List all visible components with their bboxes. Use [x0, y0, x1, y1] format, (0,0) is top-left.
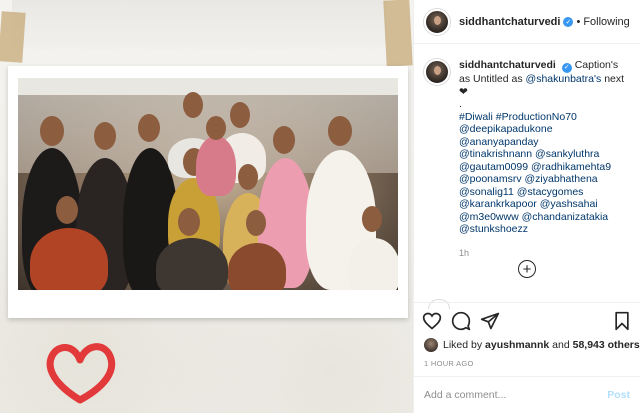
- likes-others-count[interactable]: 58,943 others: [573, 339, 640, 351]
- caption-row: siddhantchaturvedi ✓ Caption's as Untitl…: [424, 59, 630, 236]
- comment-input[interactable]: [424, 389, 608, 401]
- polaroid-frame: [8, 66, 408, 318]
- liker-avatar[interactable]: [424, 338, 438, 352]
- liked-by-user[interactable]: ayushmannk: [485, 339, 549, 351]
- header-separator: •: [576, 15, 581, 28]
- caption-author[interactable]: siddhantchaturvedi: [459, 59, 556, 71]
- paper-plane-icon[interactable]: [480, 311, 500, 331]
- liked-by-prefix: Liked by: [443, 339, 483, 351]
- tape-strip-right: [383, 0, 413, 67]
- bookmark-icon[interactable]: [612, 311, 632, 331]
- post-header: siddhantchaturvedi ✓ • Following: [414, 0, 640, 44]
- tag-line[interactable]: @karankrkapoor @yashsahai: [459, 198, 630, 211]
- comment-box: Post: [414, 376, 640, 413]
- heart-doodle-icon: [46, 343, 115, 404]
- caption-mention-link[interactable]: @shakunbatra's: [526, 73, 602, 85]
- caption-text-post: next: [604, 73, 625, 86]
- tag-line[interactable]: @gautam0099 @radhikamehta9: [459, 161, 630, 174]
- following-button[interactable]: Following: [583, 16, 629, 28]
- caption-separator: .: [459, 98, 462, 111]
- caption-tags: #Diwali #ProductionNo70 @deepikapadukone…: [459, 111, 630, 236]
- caption-author-avatar[interactable]: [424, 59, 450, 85]
- speech-bubble-icon[interactable]: [451, 311, 471, 331]
- author-username[interactable]: siddhantchaturvedi: [459, 16, 560, 28]
- group-photo: [18, 78, 398, 290]
- verified-badge-icon: ✓: [561, 63, 572, 74]
- heart-outline-icon[interactable]: [422, 311, 442, 331]
- tag-line[interactable]: @poonamsrv @ziyabhathena: [459, 173, 630, 186]
- tag-line[interactable]: @sonalig11 @stacygomes: [459, 186, 630, 199]
- tag-line[interactable]: #Diwali #ProductionNo70: [459, 111, 630, 124]
- post-side-panel: siddhantchaturvedi ✓ • Following siddhan…: [413, 0, 640, 413]
- plus-circle-icon[interactable]: +: [518, 260, 536, 278]
- likes-summary: Liked by ayushmannk and 58,943 others: [424, 338, 640, 352]
- author-avatar[interactable]: [424, 8, 450, 35]
- tag-line[interactable]: @stunkshoezz: [459, 223, 630, 236]
- tape-strip-left: [0, 11, 26, 63]
- post-comment-button[interactable]: Post: [607, 389, 630, 401]
- post-date: 1 HOUR AGO: [424, 359, 474, 368]
- caption-time: 1h: [459, 247, 470, 258]
- caption-text: siddhantchaturvedi ✓ Caption's as Untitl…: [459, 59, 630, 236]
- action-bar: [414, 302, 640, 338]
- tag-line[interactable]: @m3e0www @chandanizatakia: [459, 211, 630, 224]
- comments-area: siddhantchaturvedi ✓ Caption's as Untitl…: [414, 45, 640, 309]
- black-heart-icon: ❤: [459, 85, 468, 98]
- tag-line[interactable]: @tinakrishnann @sankyluthra: [459, 148, 630, 161]
- tag-line[interactable]: @deepikapadukone @ananyapanday: [459, 123, 630, 148]
- post-image[interactable]: [0, 0, 413, 413]
- verified-badge-icon: ✓: [563, 16, 574, 27]
- likes-and: and: [552, 339, 570, 351]
